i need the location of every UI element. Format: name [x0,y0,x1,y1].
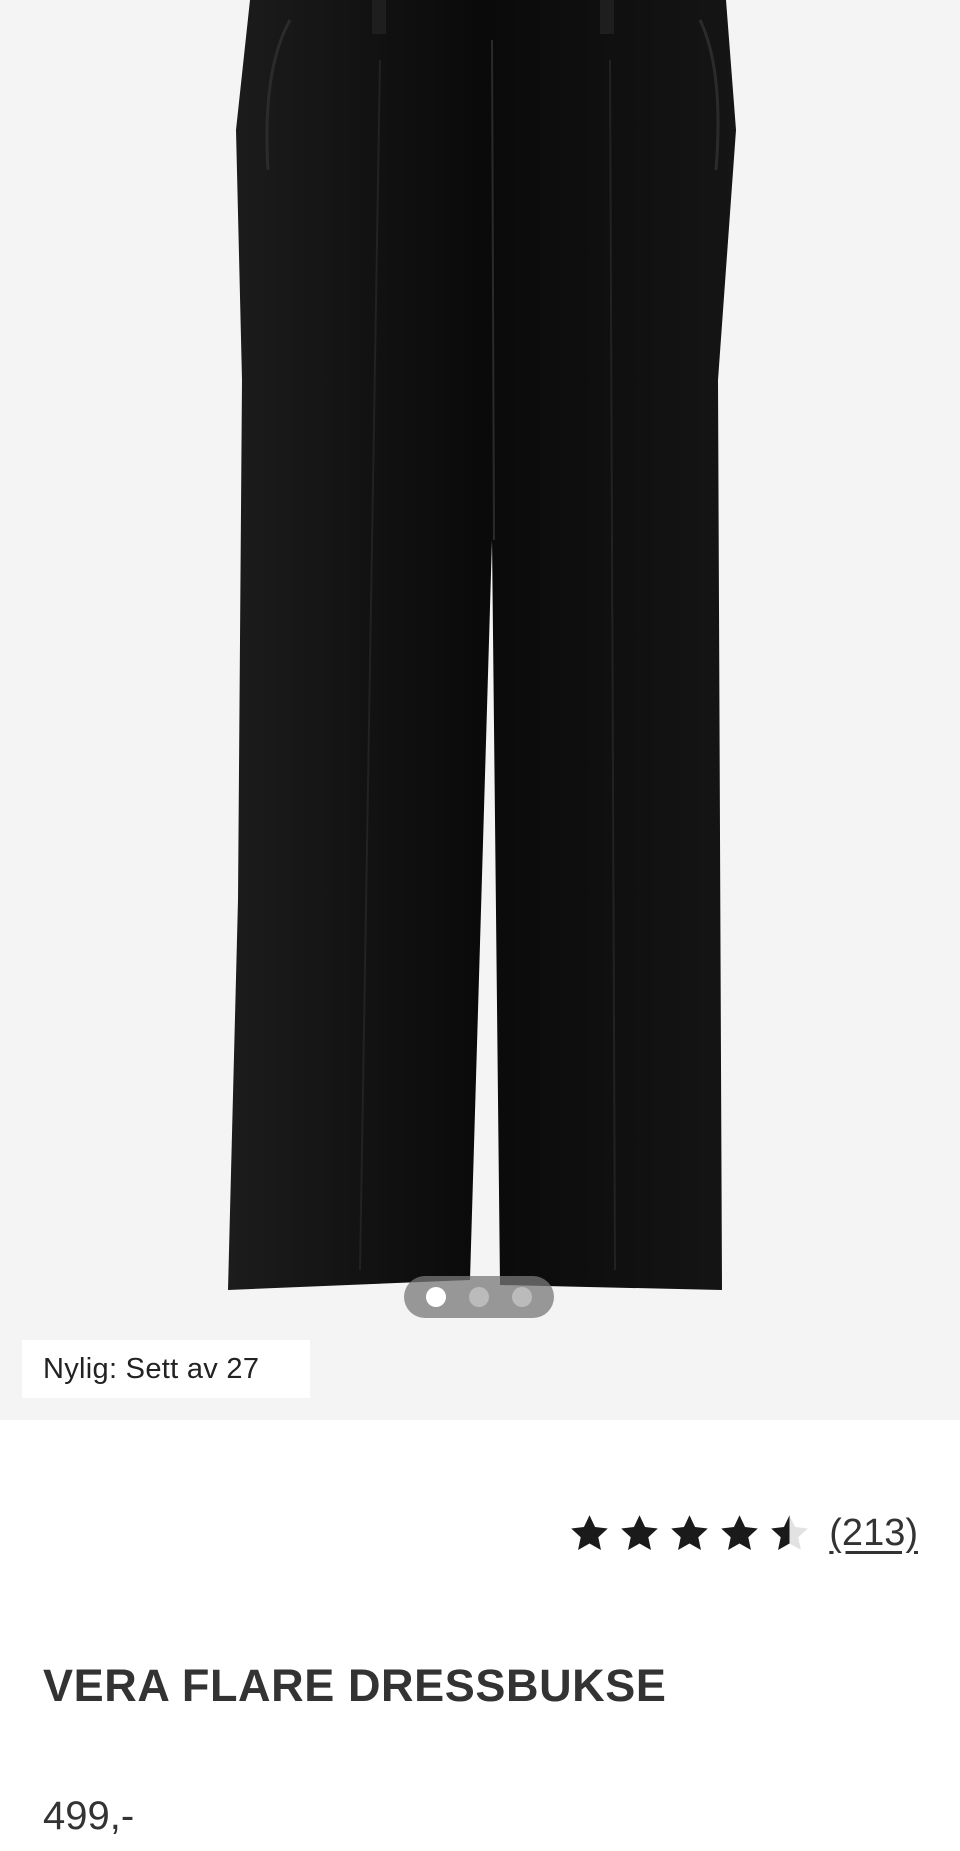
recent-views-badge: Nylig: Sett av 27 [22,1340,310,1398]
product-rating[interactable]: (213) [568,1512,918,1555]
star-full-icon [671,1515,709,1550]
product-image-gallery[interactable]: Nylig: Sett av 27 [0,0,960,1420]
product-price: 499,- [43,1794,135,1838]
black-flare-trousers-image [228,0,736,1290]
star-half-icon [771,1515,809,1550]
carousel-indicator[interactable] [404,1276,554,1318]
carousel-dot-3[interactable] [512,1287,532,1307]
review-count-link[interactable]: (213) [829,1512,918,1555]
star-full-icon [621,1515,659,1550]
rating-stars [568,1512,811,1555]
product-title: VERA FLARE DRESSBUKSE [43,1660,667,1711]
star-full-icon [571,1515,609,1550]
carousel-dot-1[interactable] [426,1287,446,1307]
carousel-dot-2[interactable] [469,1287,489,1307]
star-full-icon [721,1515,759,1550]
